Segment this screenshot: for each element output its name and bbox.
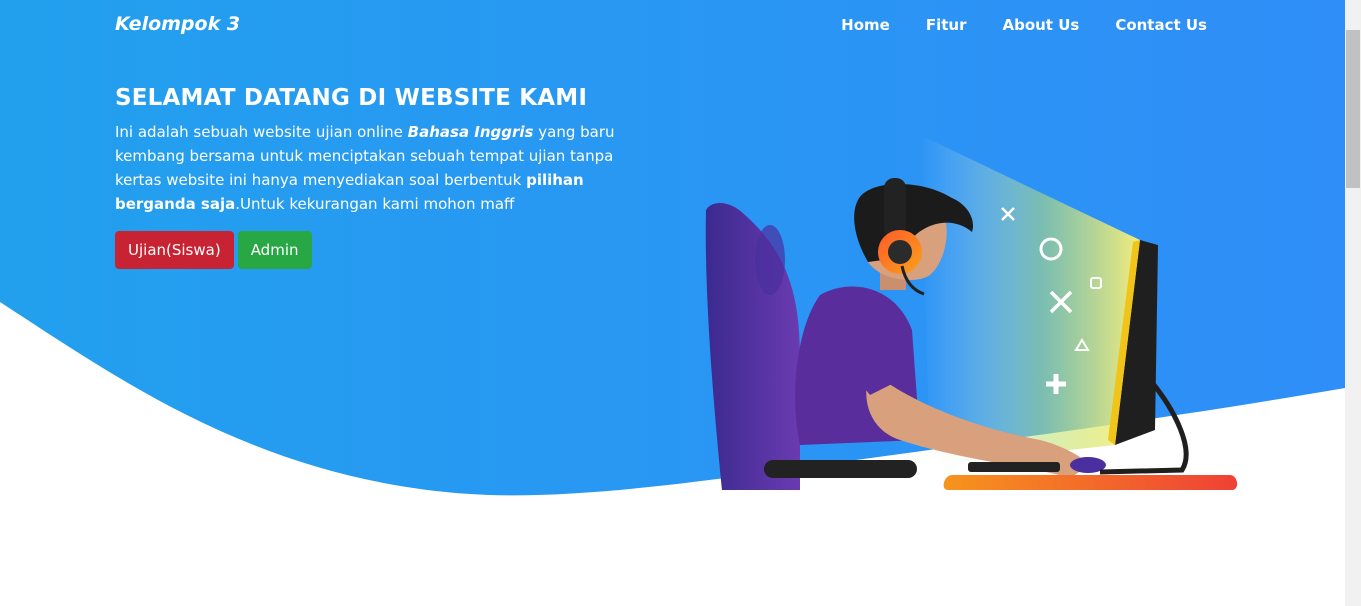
nav-link-about-us[interactable]: About Us	[1002, 16, 1079, 34]
gamer-illustration	[705, 135, 1238, 490]
chair-seat	[764, 460, 917, 478]
nav-link-contact-us[interactable]: Contact Us	[1115, 16, 1207, 34]
screen-light-beam	[920, 135, 1140, 465]
nav-link-fitur[interactable]: Fitur	[926, 16, 967, 34]
admin-button[interactable]: Admin	[237, 231, 312, 269]
navbar: Kelompok 3 Home Fitur About Us Contact U…	[0, 0, 1345, 52]
hero-description: Ini adalah sebuah website ujian online B…	[115, 120, 660, 216]
student-exam-button[interactable]: Ujian(Siswa)	[115, 231, 234, 269]
brand-logo[interactable]: Kelompok 3	[115, 13, 240, 35]
hero-text-part-3: .Untuk kekurangan kami mohon maff	[235, 195, 515, 213]
desk	[943, 475, 1238, 490]
hero-title: SELAMAT DATANG DI WEBSITE KAMI	[115, 85, 588, 111]
keyboard	[968, 462, 1060, 472]
nav-links: Home Fitur About Us Contact Us	[841, 16, 1207, 34]
scrollbar-thumb[interactable]	[1346, 30, 1360, 188]
hero-text-part-1: Ini adalah sebuah website ujian online	[115, 123, 408, 141]
chair-back	[705, 203, 800, 490]
hero-buttons: Ujian(Siswa) Admin	[115, 231, 312, 269]
nav-link-home[interactable]: Home	[841, 16, 890, 34]
hero-text-emphasis: Bahasa Inggris	[407, 123, 534, 141]
